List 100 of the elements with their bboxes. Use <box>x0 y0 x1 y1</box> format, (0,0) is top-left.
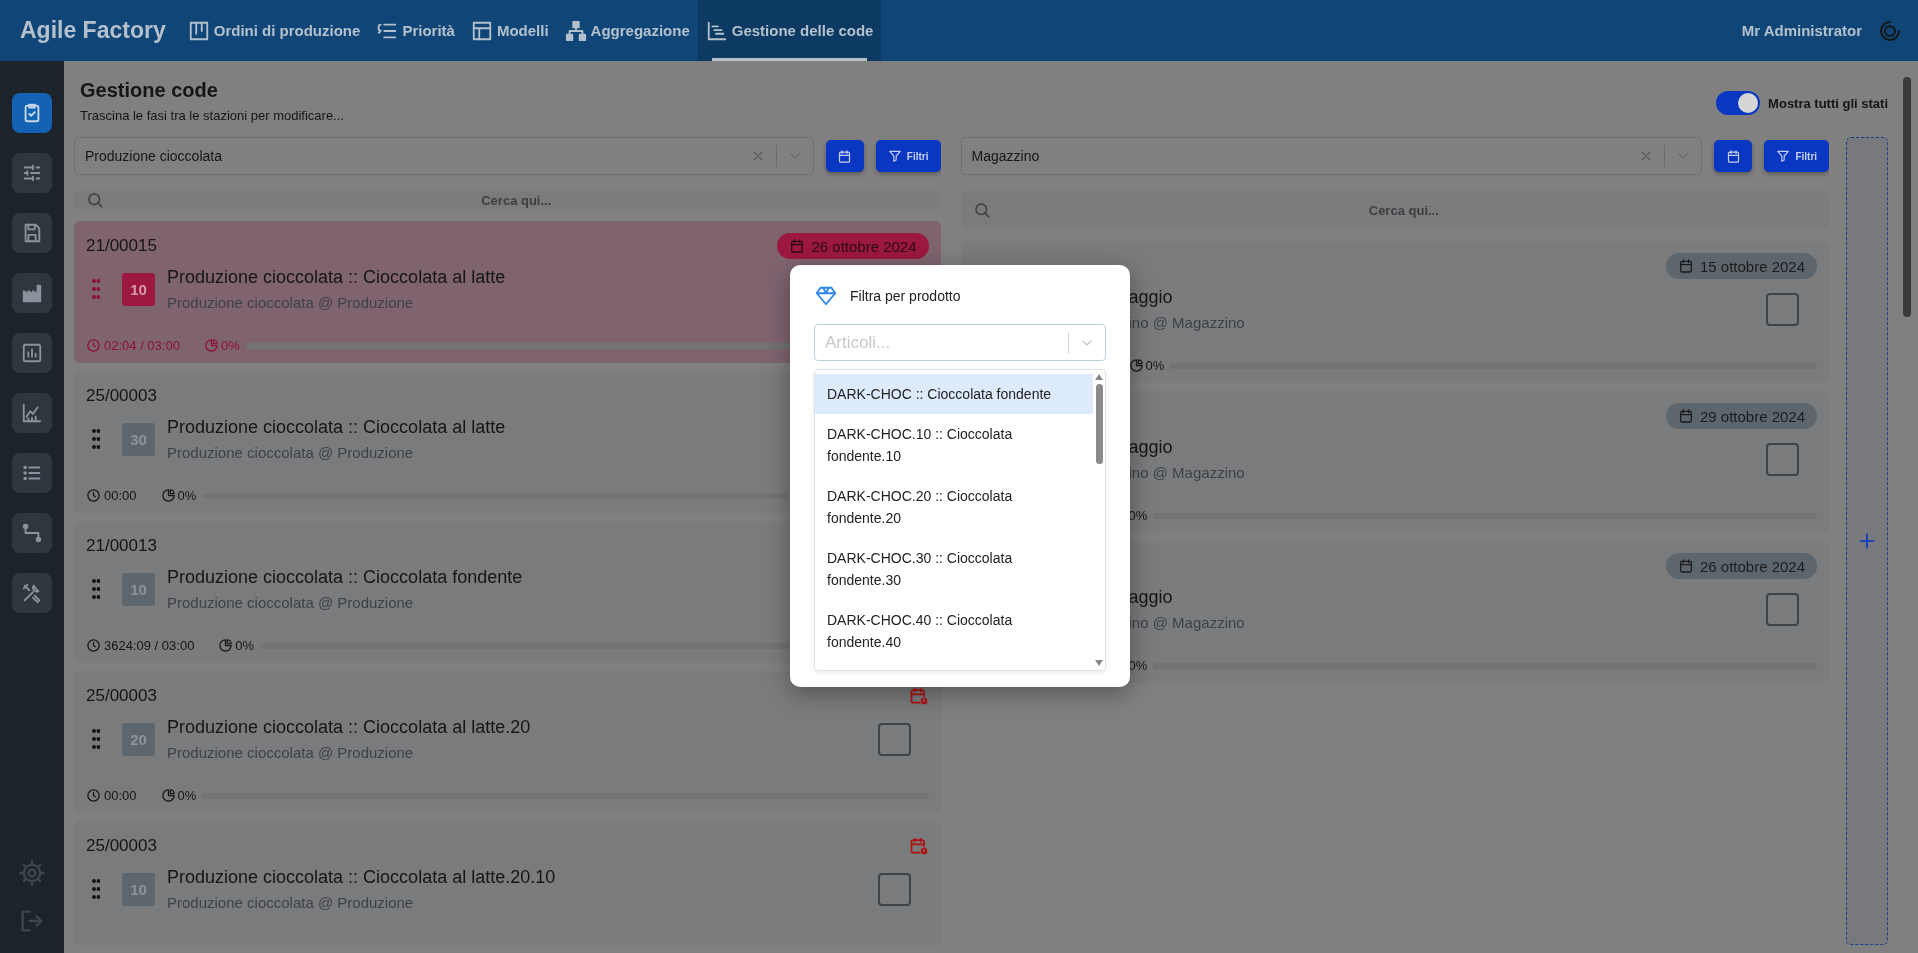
sidebar-button[interactable] <box>12 273 52 313</box>
app-title: Agile Factory <box>20 17 166 44</box>
checkbox[interactable] <box>1766 592 1800 626</box>
phase-title: Produzione cioccolata :: Cioccolata al latte.20 <box>167 717 531 738</box>
sidebar-button[interactable] <box>12 513 52 553</box>
elapsed-time: 00:00 <box>86 488 137 503</box>
scrollbar[interactable] <box>1903 77 1911 317</box>
calendar-icon <box>1677 258 1694 274</box>
tools-icon <box>21 582 43 604</box>
phase-location: ino @ Magazzino <box>1128 314 1245 331</box>
progress-percent: 0% <box>203 338 240 353</box>
checkbox[interactable] <box>1766 442 1800 476</box>
nav-tab[interactable]: Aggregazione <box>556 0 698 61</box>
search-icon <box>972 201 991 219</box>
checkbox[interactable] <box>877 872 911 906</box>
filter-button[interactable]: Filtri <box>875 140 941 172</box>
phase-title: Produzione cioccolata :: Cioccolata al latte <box>167 267 506 288</box>
phase-location: ino @ Magazzino <box>1128 614 1245 631</box>
date-badge: 26 ottobre 2024 <box>777 233 929 259</box>
date-badge: 26 ottobre 2024 <box>1665 553 1818 579</box>
sidebar-button[interactable] <box>12 453 52 493</box>
checkbox[interactable] <box>1766 292 1800 326</box>
nav-tab[interactable]: Gestione delle code <box>697 0 882 61</box>
progress-percent: 0% <box>218 638 255 653</box>
toggle-switch[interactable] <box>1716 91 1761 115</box>
sidebar-button[interactable] <box>12 393 52 433</box>
scroll-up-icon[interactable] <box>1095 374 1103 380</box>
pie-chart-icon <box>218 638 234 653</box>
diamond-icon <box>814 285 838 307</box>
phase-title: aggio <box>1128 437 1173 458</box>
clock-icon <box>86 788 101 803</box>
date-badge: 15 ottobre 2024 <box>1665 253 1818 279</box>
phase-location: Produzione cioccolata @ Produzione <box>167 444 414 461</box>
drag-handle-icon[interactable] <box>92 429 100 449</box>
option-item[interactable]: DARK-CHOC :: Cioccolata fondente <box>815 374 1093 414</box>
page-title: Gestione code <box>80 79 219 102</box>
station-select[interactable]: Produzione cioccolata <box>74 137 814 175</box>
swirl-icon <box>1878 18 1902 43</box>
scroll-down-icon[interactable] <box>1095 660 1103 666</box>
progress-percent: 0% <box>1128 358 1165 373</box>
page-subtitle: Trascina le fasi tra le stazioni per modificare... <box>80 108 344 123</box>
sidebar-button[interactable] <box>12 213 52 253</box>
calendar-button[interactable] <box>1714 140 1753 172</box>
order-code: 25/00003 <box>86 386 157 406</box>
nav-tab[interactable]: Modelli <box>462 0 557 61</box>
order-code: 25/00003 <box>86 836 157 856</box>
checkbox[interactable] <box>877 722 911 756</box>
phase-title: Produzione cioccolata :: Cioccolata al latte <box>167 417 506 438</box>
nav-tab[interactable]: Ordini di produzione <box>179 0 369 61</box>
calendar-icon <box>1725 148 1741 164</box>
drag-handle-icon[interactable] <box>92 879 100 899</box>
sliders-icon <box>21 162 43 184</box>
sidebar-button[interactable] <box>12 333 52 373</box>
board-icon <box>187 19 210 42</box>
phase-title: Produzione cioccolata :: Cioccolata al latte.20.10 <box>167 867 556 888</box>
pie-chart-icon <box>160 788 176 803</box>
search-icon <box>86 191 104 209</box>
nav-tab[interactable]: Priorità <box>368 0 463 61</box>
scrollbar[interactable] <box>1095 384 1103 464</box>
product-select[interactable]: Articoli... <box>814 324 1106 361</box>
order-code: 25/00003 <box>86 686 157 706</box>
phase-location: Produzione cioccolata @ Produzione <box>167 294 414 311</box>
elapsed-time: 3624:09 / 03:00 <box>86 638 195 653</box>
filter-icon <box>1776 149 1791 163</box>
drag-handle-icon[interactable] <box>92 579 100 599</box>
calendar-icon <box>1677 558 1694 574</box>
clock-icon <box>86 638 101 653</box>
phase-location: ino @ Magazzino <box>1128 464 1245 481</box>
phase-location: Produzione cioccolata @ Produzione <box>167 894 414 911</box>
drag-handle-icon[interactable] <box>92 279 100 299</box>
elapsed-time: 00:00 <box>86 788 137 803</box>
phase-title: aggio <box>1128 287 1173 308</box>
user-name[interactable]: Mr Administrator <box>1741 22 1862 39</box>
calendar-icon <box>789 238 806 254</box>
pie-chart-icon <box>1128 358 1144 373</box>
calendar-button[interactable] <box>825 140 864 172</box>
phase-title: Produzione cioccolata :: Cioccolata fondente <box>167 567 523 588</box>
progress-percent: 0% <box>160 788 197 803</box>
filter-icon <box>887 149 902 163</box>
progress-percent: 0% <box>160 488 197 503</box>
phase-number: 10 <box>122 272 155 306</box>
sidebar-button[interactable] <box>12 93 52 133</box>
filter-button[interactable]: Filtri <box>1764 140 1830 172</box>
calendar-icon <box>837 148 853 164</box>
hierarchy-icon <box>564 19 587 42</box>
pie-chart-icon <box>160 488 176 503</box>
add-column-button[interactable] <box>1846 137 1888 945</box>
calendar-icon <box>1677 408 1694 424</box>
phase-location: Produzione cioccolata @ Produzione <box>167 594 414 611</box>
station-select[interactable]: Magazzino <box>960 137 1703 175</box>
clock-icon <box>86 488 101 503</box>
sidebar-button[interactable] <box>12 573 52 613</box>
bar-chart-icon <box>21 342 43 364</box>
line-chart-icon <box>21 402 43 424</box>
sidebar-button[interactable] <box>12 153 52 193</box>
route-icon <box>21 522 43 544</box>
phase-location: Produzione cioccolata @ Produzione <box>167 744 414 761</box>
layout-icon <box>470 19 493 42</box>
drag-handle-icon[interactable] <box>92 729 100 749</box>
elapsed-time: 02:04 / 03:00 <box>86 338 180 353</box>
